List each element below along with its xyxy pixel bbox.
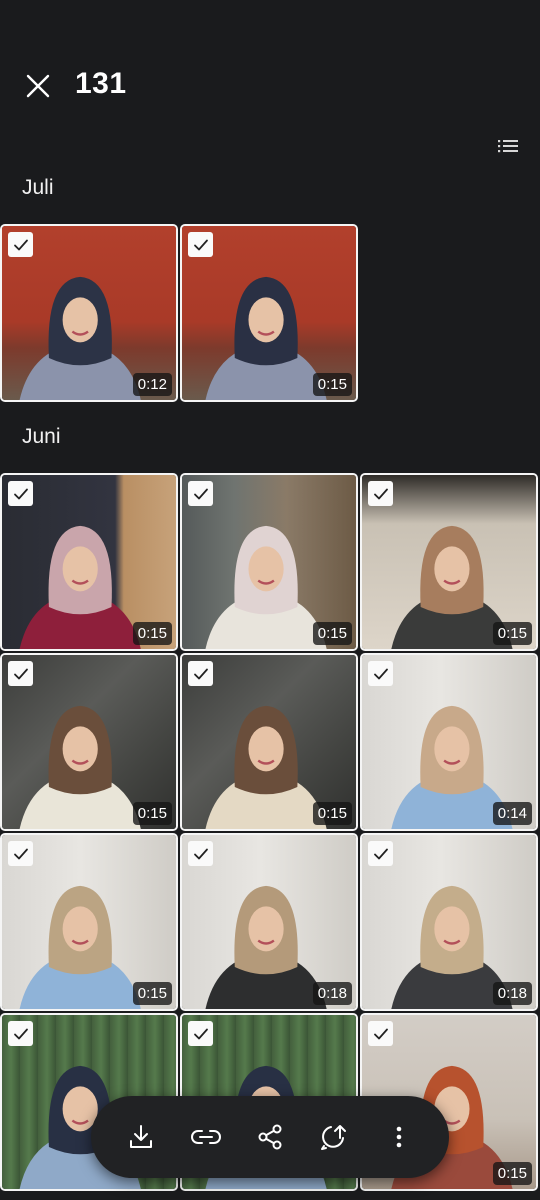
share-icon xyxy=(258,1124,282,1150)
selection-checkbox[interactable] xyxy=(188,232,213,257)
video-thumbnail[interactable]: 0:18 xyxy=(360,833,538,1011)
selected-count: 131 xyxy=(75,67,127,100)
check-icon xyxy=(373,848,388,859)
video-thumbnail[interactable]: 0:15 xyxy=(180,473,358,651)
video-duration: 0:15 xyxy=(312,373,352,396)
selection-checkbox[interactable] xyxy=(368,481,393,506)
check-icon xyxy=(373,488,388,499)
selection-checkbox[interactable] xyxy=(8,661,33,686)
selection-checkbox[interactable] xyxy=(188,661,213,686)
more-options-button[interactable] xyxy=(376,1114,422,1160)
check-icon xyxy=(13,848,28,859)
video-thumbnail[interactable]: 0:15 xyxy=(0,653,178,831)
video-thumbnail[interactable]: 0:14 xyxy=(360,653,538,831)
download-icon xyxy=(130,1125,153,1148)
download-button[interactable] xyxy=(118,1114,164,1160)
check-icon xyxy=(373,668,388,679)
link-icon xyxy=(190,1130,221,1144)
selection-action-bar xyxy=(91,1096,449,1178)
video-duration: 0:15 xyxy=(132,622,172,645)
video-duration: 0:15 xyxy=(492,622,532,645)
check-icon xyxy=(193,488,208,499)
share-button[interactable] xyxy=(247,1114,293,1160)
selection-checkbox[interactable] xyxy=(188,481,213,506)
check-icon xyxy=(373,1028,388,1039)
check-icon xyxy=(193,848,208,859)
video-thumbnail[interactable]: 0:15 xyxy=(360,473,538,651)
upload-icon xyxy=(321,1125,347,1150)
upload-to-story-button[interactable] xyxy=(311,1114,357,1160)
selection-checkbox[interactable] xyxy=(8,481,33,506)
video-duration: 0:14 xyxy=(492,802,532,825)
copy-link-button[interactable] xyxy=(183,1114,229,1160)
video-duration: 0:15 xyxy=(312,802,352,825)
selection-checkbox[interactable] xyxy=(188,1021,213,1046)
video-duration: 0:18 xyxy=(312,982,352,1005)
check-icon xyxy=(13,1028,28,1039)
video-thumbnail[interactable]: 0:15 xyxy=(180,653,358,831)
video-thumbnail[interactable]: 0:18 xyxy=(180,833,358,1011)
selection-checkbox[interactable] xyxy=(368,841,393,866)
video-duration: 0:18 xyxy=(492,982,532,1005)
check-icon xyxy=(193,239,208,250)
section-label-juli: Juli xyxy=(22,176,54,199)
video-duration: 0:15 xyxy=(492,1162,532,1185)
video-thumbnail[interactable]: 0:15 xyxy=(0,473,178,651)
view-mode-button[interactable] xyxy=(494,136,522,160)
selection-checkbox[interactable] xyxy=(368,661,393,686)
close-selection-button[interactable] xyxy=(22,70,54,102)
selection-checkbox[interactable] xyxy=(188,841,213,866)
video-thumbnail[interactable]: 0:15 xyxy=(0,833,178,1011)
video-thumbnail[interactable]: 0:12 xyxy=(0,224,178,402)
video-duration: 0:15 xyxy=(132,982,172,1005)
check-icon xyxy=(13,668,28,679)
video-duration: 0:12 xyxy=(132,373,172,396)
video-thumbnail[interactable]: 0:15 xyxy=(180,224,358,402)
check-icon xyxy=(193,1028,208,1039)
selection-checkbox[interactable] xyxy=(8,232,33,257)
selection-checkbox[interactable] xyxy=(368,1021,393,1046)
section-label-juni: Juni xyxy=(22,425,61,448)
more-vertical-icon xyxy=(396,1126,402,1148)
top-app-bar: 131 xyxy=(0,0,540,130)
check-icon xyxy=(193,668,208,679)
list-view-icon xyxy=(498,140,518,153)
check-icon xyxy=(13,488,28,499)
video-duration: 0:15 xyxy=(312,622,352,645)
check-icon xyxy=(13,239,28,250)
selection-checkbox[interactable] xyxy=(8,1021,33,1046)
video-duration: 0:15 xyxy=(132,802,172,825)
selection-checkbox[interactable] xyxy=(8,841,33,866)
close-icon xyxy=(26,74,50,98)
